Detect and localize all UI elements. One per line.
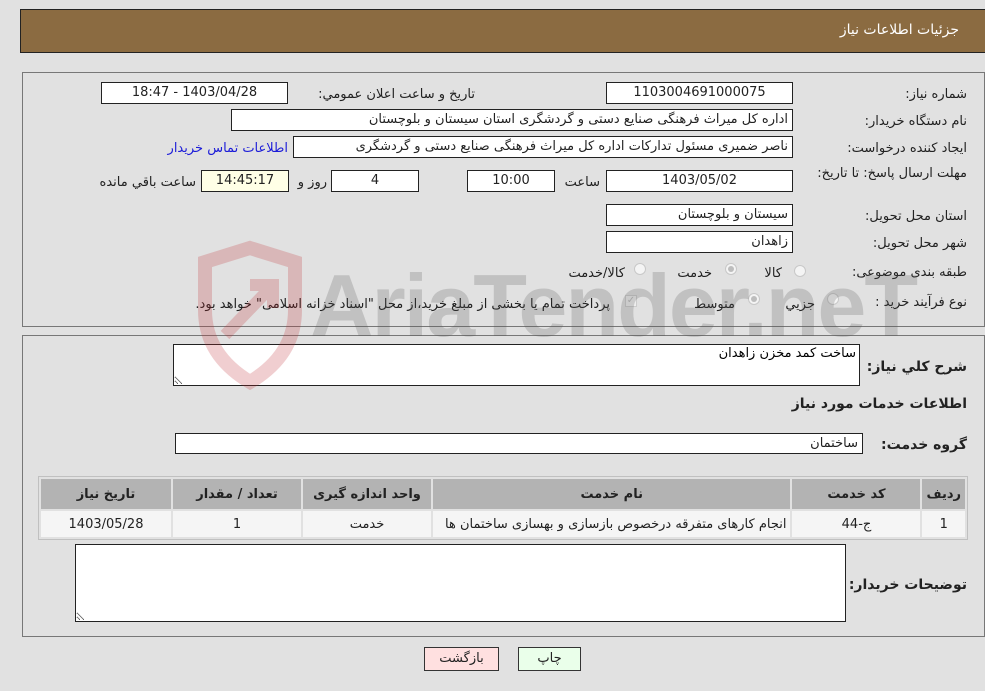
category-service-radio[interactable] — [725, 263, 737, 275]
province-field: سیستان و بلوچستان — [606, 204, 793, 226]
description-textarea[interactable] — [173, 344, 860, 386]
purchase-minor-radio[interactable] — [827, 293, 839, 305]
announce-datetime-field: 1403/04/28 - 18:47 — [101, 82, 288, 104]
days-label: روز و — [297, 175, 327, 190]
col-need-date: تاريخ نياز — [39, 477, 173, 511]
purchase-medium-radio[interactable] — [748, 293, 760, 305]
services-table-wrap: رديف کد خدمت نام خدمت واحد اندازه گيری ت… — [38, 476, 968, 540]
buyer-notes-label: توضيحات خريدار: — [848, 577, 967, 593]
col-row-number: رديف — [920, 477, 967, 511]
cell-unit: خدمت — [301, 509, 433, 539]
deadline-label: مهلت ارسال پاسخ: تا تاریخ: — [817, 166, 967, 181]
category-goods-service-label: کالا/خدمت — [568, 266, 625, 281]
city-field: زاهدان — [606, 231, 793, 253]
days-remaining-field: 4 — [331, 170, 419, 192]
col-service-code: کد خدمت — [790, 477, 923, 511]
time-remaining-label: ساعت باقي مانده — [99, 175, 196, 190]
treasury-checkbox[interactable]: ✓ — [625, 295, 637, 307]
purchase-type-label: نوع فرآيند خريد : — [875, 295, 967, 310]
service-group-field: ساختمان — [175, 433, 863, 454]
category-service-label: خدمت — [677, 266, 712, 281]
treasury-note: پرداخت تمام يا بخشی از مبلغ خريد،از محل … — [195, 297, 610, 312]
print-button[interactable]: چاپ — [518, 647, 581, 671]
col-unit: واحد اندازه گيری — [301, 477, 433, 511]
category-goods-service-radio[interactable] — [634, 263, 646, 275]
need-number-label: شماره نیاز: — [905, 87, 967, 102]
category-label: طبقه بندی موضوعی: — [851, 265, 967, 280]
buyer-contact-link[interactable]: اطلاعات تماس خريدار — [168, 141, 288, 156]
cell-row-number: 1 — [920, 509, 967, 539]
back-button[interactable]: بازگشت — [424, 647, 499, 671]
purchase-minor-label: جزيي — [785, 297, 815, 312]
page-title: جزئیات اطلاعات نیاز — [839, 22, 959, 38]
service-group-label: گروه خدمت: — [881, 437, 967, 453]
cell-service-name: انجام کارهای متفرقه درخصوص بازسازی و بهس… — [430, 509, 793, 539]
cell-service-code: ج-44 — [790, 509, 923, 539]
time-remaining-field: 14:45:17 — [201, 170, 289, 192]
cell-quantity: 1 — [171, 509, 303, 539]
city-label: شهر محل تحویل: — [872, 236, 967, 251]
col-quantity: تعداد / مقدار — [171, 477, 303, 511]
cell-need-date: 1403/05/28 — [39, 509, 173, 539]
deadline-time-field: 10:00 — [467, 170, 555, 192]
description-label: شرح کلي نياز: — [866, 359, 967, 375]
deadline-time-label: ساعت — [564, 175, 600, 190]
buyer-notes-textarea[interactable] — [75, 544, 846, 622]
services-table: رديف کد خدمت نام خدمت واحد اندازه گيری ت… — [39, 477, 967, 539]
requester-field: ناصر ضمیری مسئول تداركات اداره کل میراث … — [293, 136, 793, 158]
requester-label: ايجاد كننده درخواست: — [847, 141, 967, 156]
buyer-org-field: اداره کل میراث فرهنگی صنایع دستی و گردشگ… — [231, 109, 793, 131]
table-row: 1 ج-44 انجام کارهای متفرقه درخصوص بازساز… — [39, 509, 967, 539]
category-goods-label: کالا — [764, 266, 782, 281]
category-goods-radio[interactable] — [794, 265, 806, 277]
page-header: جزئیات اطلاعات نیاز — [20, 9, 985, 53]
services-heading: اطلاعات خدمات مورد نياز — [791, 396, 967, 412]
deadline-date-field: 1403/05/02 — [606, 170, 793, 192]
province-label: استان محل تحویل: — [865, 209, 967, 224]
need-number-field: 1103004691000075 — [606, 82, 793, 104]
buyer-org-label: نام دستگاه خريدار: — [864, 114, 967, 129]
table-header-row: رديف کد خدمت نام خدمت واحد اندازه گيری ت… — [39, 477, 967, 511]
col-service-name: نام خدمت — [430, 477, 793, 511]
announce-datetime-label: تاریخ و ساعت اعلان عمومي: — [318, 87, 475, 102]
purchase-medium-label: متوسط — [694, 297, 735, 312]
